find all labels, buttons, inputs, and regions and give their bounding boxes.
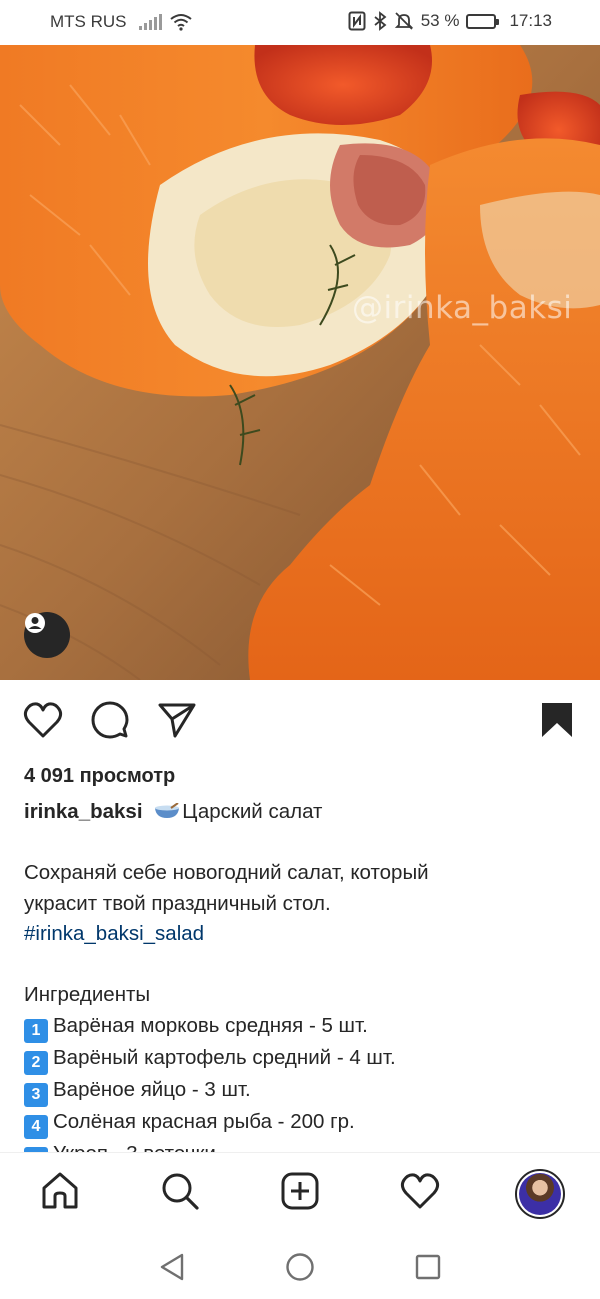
ingredient-text: Варёный картофель средний - 4 шт. xyxy=(53,1045,396,1069)
bluetooth-icon xyxy=(374,11,387,31)
nfc-icon xyxy=(348,11,366,31)
ingredient-item: 4 Солёная красная рыба - 200 гр. xyxy=(24,1107,584,1139)
bowl-icon xyxy=(155,803,180,818)
back-icon[interactable] xyxy=(158,1252,186,1282)
ingredient-item: 2 Варёный картофель средний - 4 шт. xyxy=(24,1043,584,1075)
ingredient-item: 3 Варёное яйцо - 3 шт. xyxy=(24,1075,584,1107)
ingredient-text: Укроп - 3 веточки xyxy=(53,1142,216,1153)
profile-avatar[interactable] xyxy=(515,1169,565,1219)
caption-username[interactable]: irinka_baksi xyxy=(24,800,143,823)
add-post-icon[interactable] xyxy=(280,1171,320,1211)
view-count[interactable]: 4 091 просмотр xyxy=(24,765,175,788)
ingredient-item: 5Укроп - 3 веточки xyxy=(24,1139,584,1153)
carrier-name: MTS RUS xyxy=(50,12,127,31)
ingredient-text: Варёное яйцо - 3 шт. xyxy=(53,1077,251,1101)
ingredient-item: 1 Варёная морковь средняя - 5 шт. xyxy=(24,1011,584,1043)
ingredients-heading: Ингредиенты xyxy=(24,983,151,1006)
bookmark-icon[interactable] xyxy=(540,701,574,739)
mute-icon xyxy=(394,12,413,30)
media-watermark: @irinka_baksi xyxy=(352,290,573,326)
post-media[interactable]: @irinka_baksi xyxy=(0,45,600,680)
caption-title-line: irinka_baksi Царский салат xyxy=(24,797,584,828)
salad-photo xyxy=(0,45,600,680)
home-circle-icon[interactable] xyxy=(285,1252,315,1282)
post-caption: irinka_baksi Царский салат Сохраняй себе… xyxy=(24,797,584,1152)
clock: 17:13 xyxy=(509,11,552,30)
system-navigation xyxy=(0,1236,600,1299)
bottom-tab-bar xyxy=(0,1152,600,1236)
caption-text-line: Сохраняй себе новогодний салат, который xyxy=(24,861,429,884)
caption-text-line: украсит твой праздничный стол. xyxy=(24,891,331,915)
wifi-icon xyxy=(169,14,192,31)
ingredient-text: Варёная морковь средняя - 5 шт. xyxy=(53,1013,368,1037)
number-key-icon: 4 xyxy=(24,1114,48,1139)
share-icon[interactable] xyxy=(157,701,197,739)
signal-icon xyxy=(138,14,162,30)
heart-icon[interactable] xyxy=(23,701,63,739)
battery-icon xyxy=(466,13,500,29)
search-icon[interactable] xyxy=(160,1171,200,1211)
activity-icon[interactable] xyxy=(400,1171,440,1211)
number-key-icon: 3 xyxy=(24,1082,48,1107)
battery-percent: 53 % xyxy=(420,11,460,30)
post-actions xyxy=(0,680,600,762)
home-icon[interactable] xyxy=(40,1171,80,1211)
number-key-icon: 1 xyxy=(24,1018,48,1043)
user-tags-button[interactable] xyxy=(24,612,70,658)
caption-title: Царский салат xyxy=(182,800,323,823)
recents-icon[interactable] xyxy=(414,1252,442,1282)
status-bar: MTS RUS 53 % 17:13 xyxy=(0,0,600,45)
comment-icon[interactable] xyxy=(91,701,129,739)
person-icon xyxy=(25,613,45,633)
number-key-icon: 2 xyxy=(24,1050,48,1075)
hashtag-link[interactable]: #irinka_baksi_salad xyxy=(24,922,204,945)
ingredient-text: Солёная красная рыба - 200 гр. xyxy=(53,1109,355,1133)
